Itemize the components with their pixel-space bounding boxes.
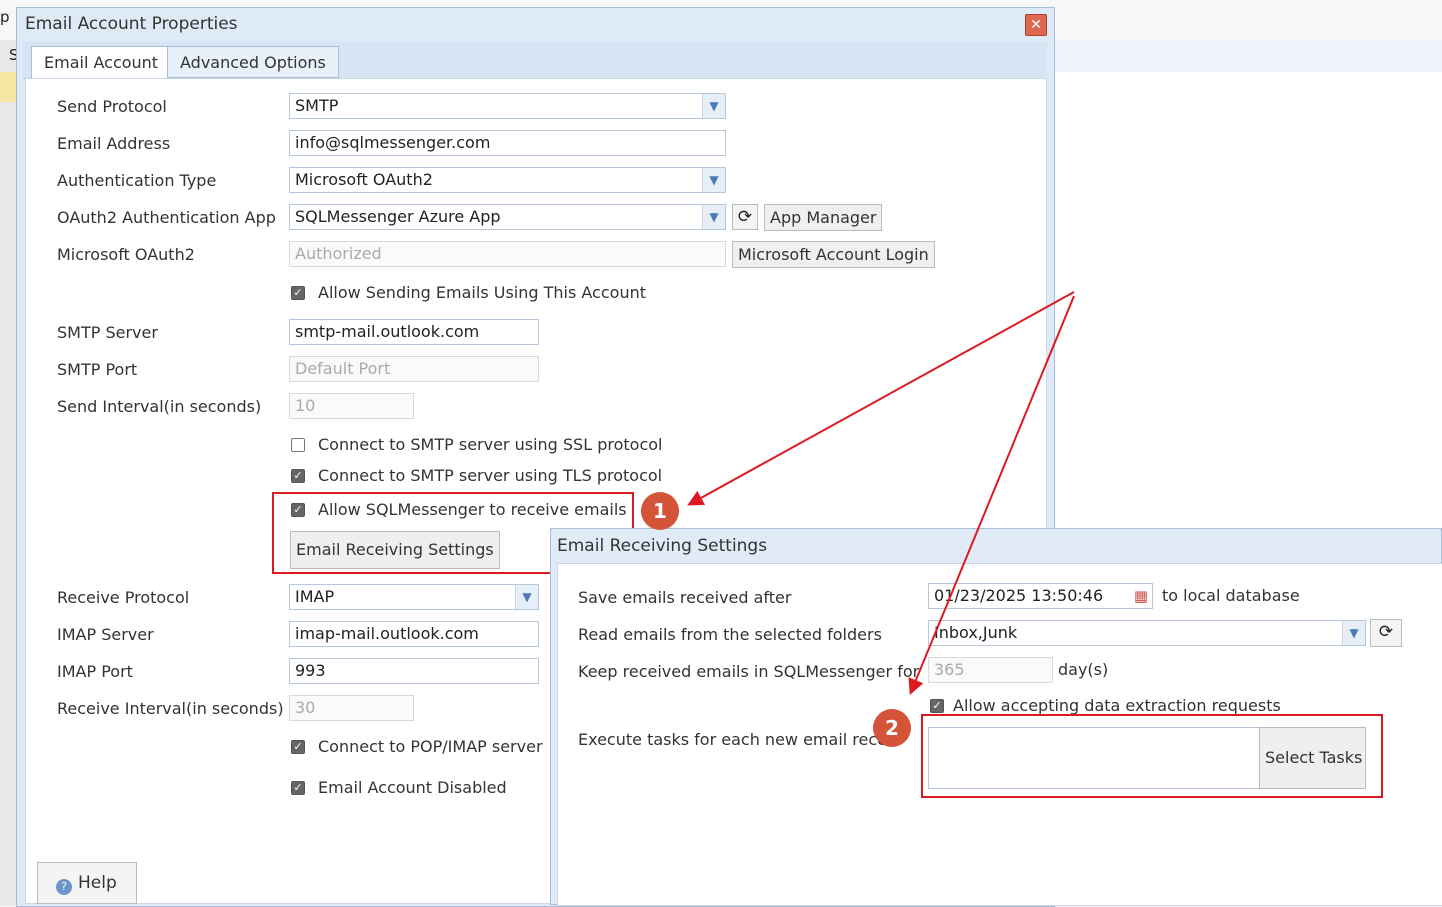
step-badge-2: 2 xyxy=(873,709,911,747)
arrow-to-badge-2 xyxy=(908,295,1075,695)
annotation-arrows xyxy=(687,291,1075,695)
step-badge-1: 1 xyxy=(641,492,679,530)
arrow-to-badge-1 xyxy=(687,291,1075,506)
